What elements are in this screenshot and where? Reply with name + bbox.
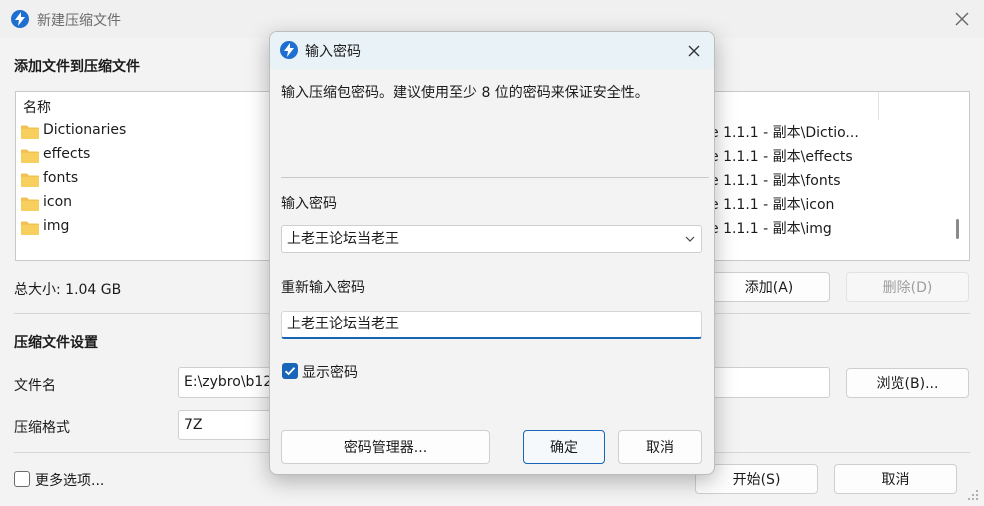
window-title: 新建压缩文件 — [37, 13, 121, 29]
dialog-divider — [281, 177, 709, 178]
item-name: effects — [43, 146, 91, 162]
dialog-description: 输入压缩包密码。建议使用至少 8 位的密码来保证安全性。 — [281, 85, 649, 101]
format-label: 压缩格式 — [14, 420, 70, 436]
ok-button[interactable]: 确定 — [523, 430, 605, 464]
dialog-cancel-button[interactable]: 取消 — [618, 430, 702, 464]
format-select[interactable]: 7Z — [178, 410, 278, 440]
main-cancel-button[interactable]: 取消 — [834, 464, 957, 494]
dialog-title: 输入密码 — [305, 44, 361, 60]
browse-button[interactable]: 浏览(B)... — [846, 368, 969, 398]
folder-icon — [21, 221, 39, 235]
more-options-label[interactable]: 更多选项... — [35, 470, 104, 490]
chevron-down-icon[interactable] — [685, 235, 695, 243]
password-combobox[interactable]: 上老王论坛当老王 — [281, 225, 702, 253]
password-manager-button[interactable]: 密码管理器... — [281, 430, 490, 464]
item-path: e 1.1.1 - 副本\fonts — [710, 173, 841, 189]
item-name: icon — [43, 194, 73, 210]
folder-icon — [21, 197, 39, 211]
reenter-password-label: 重新输入密码 — [281, 280, 365, 296]
app-logo-icon — [11, 10, 29, 28]
password-value: 上老王论坛当老王 — [287, 231, 399, 247]
password-label: 输入密码 — [281, 196, 337, 212]
more-options-checkbox[interactable] — [14, 471, 30, 487]
item-path: e 1.1.1 - 副本\Dictio... — [710, 125, 859, 141]
dialog-titlebar: 输入密码 — [270, 32, 714, 69]
item-name: Dictionaries — [43, 122, 127, 138]
column-header-name[interactable]: 名称 — [23, 97, 51, 117]
scrollbar-thumb[interactable] — [956, 219, 959, 239]
folder-icon — [21, 173, 39, 187]
item-name: img — [43, 218, 70, 234]
item-name: fonts — [43, 170, 79, 186]
archive-settings-heading: 压缩文件设置 — [14, 335, 98, 351]
add-button[interactable]: 添加(A) — [708, 272, 830, 302]
item-path: e 1.1.1 - 副本\img — [710, 221, 832, 237]
reenter-password-input[interactable]: 上老王论坛当老王 — [281, 311, 702, 339]
folder-icon — [21, 125, 39, 139]
show-password-label[interactable]: 显示密码 — [302, 362, 358, 382]
dialog-app-logo-icon — [280, 41, 298, 59]
add-files-heading: 添加文件到压缩文件 — [14, 59, 140, 75]
delete-button[interactable]: 删除(D) — [846, 272, 969, 302]
close-icon[interactable] — [952, 9, 972, 29]
item-path: e 1.1.1 - 副本\effects — [710, 149, 853, 165]
resize-grip-icon[interactable] — [966, 488, 980, 502]
total-size-label: 总大小: 1.04 GB — [14, 282, 122, 298]
folder-icon — [21, 149, 39, 163]
password-dialog: 输入密码 输入压缩包密码。建议使用至少 8 位的密码来保证安全性。 输入密码 上… — [269, 31, 715, 475]
filename-label: 文件名 — [14, 378, 56, 394]
dialog-close-icon[interactable] — [684, 41, 704, 61]
checkmark-icon — [284, 367, 296, 376]
item-path: e 1.1.1 - 副本\icon — [710, 197, 835, 213]
column-divider — [878, 92, 879, 120]
show-password-checkbox[interactable] — [282, 363, 298, 379]
